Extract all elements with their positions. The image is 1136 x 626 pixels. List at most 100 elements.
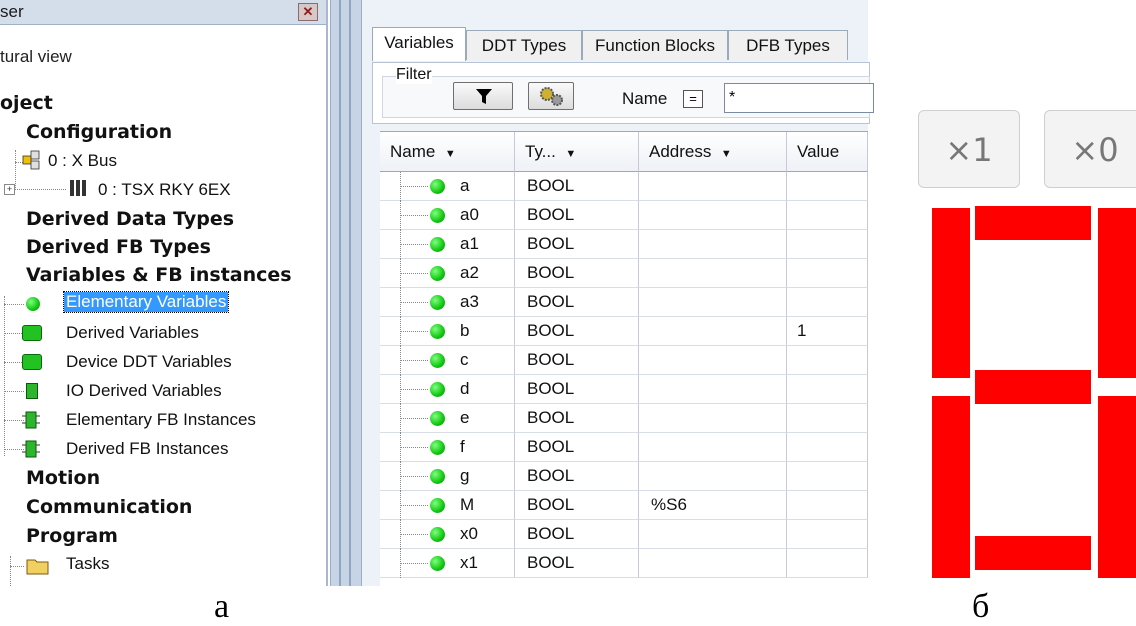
column-header-name[interactable]: Name ▼ xyxy=(380,132,515,172)
cell-name[interactable]: x0 xyxy=(380,520,515,549)
cell-value[interactable] xyxy=(787,375,868,404)
column-header-value[interactable]: Value xyxy=(787,132,868,172)
cell-address[interactable] xyxy=(639,172,787,201)
cell-type[interactable]: BOOL xyxy=(515,259,639,288)
cell-address[interactable] xyxy=(639,520,787,549)
close-button[interactable]: ✕ xyxy=(298,3,318,21)
table-row[interactable]: a3 BOOL xyxy=(380,288,868,317)
tree-item-rack[interactable]: 0 : TSX RKY 6EX xyxy=(98,180,231,200)
cell-type[interactable]: BOOL xyxy=(515,404,639,433)
cell-name[interactable]: a3 xyxy=(380,288,515,317)
cell-value[interactable] xyxy=(787,462,868,491)
cell-address[interactable] xyxy=(639,549,787,578)
cell-type[interactable]: BOOL xyxy=(515,433,639,462)
table-row[interactable]: M BOOL %S6 xyxy=(380,491,868,520)
cell-value[interactable] xyxy=(787,549,868,578)
cell-address[interactable] xyxy=(639,201,787,230)
tab-ddt-types[interactable]: DDT Types xyxy=(466,30,582,60)
table-row[interactable]: e BOOL xyxy=(380,404,868,433)
cell-address[interactable] xyxy=(639,462,787,491)
cell-address[interactable] xyxy=(639,346,787,375)
cell-address[interactable] xyxy=(639,317,787,346)
table-row[interactable]: b BOOL 1 xyxy=(380,317,868,346)
tree-item-x-bus[interactable]: 0 : X Bus xyxy=(48,151,117,171)
cell-value[interactable] xyxy=(787,172,868,201)
cell-value[interactable] xyxy=(787,433,868,462)
tree-derived-fb-types[interactable]: Derived FB Types xyxy=(26,236,211,258)
tab-function-blocks[interactable]: Function Blocks xyxy=(582,30,728,60)
tree-project-root[interactable]: oject xyxy=(0,92,53,114)
table-row[interactable]: a BOOL xyxy=(380,172,868,201)
tree-motion[interactable]: Motion xyxy=(26,467,100,489)
cell-address[interactable] xyxy=(639,404,787,433)
cell-value[interactable] xyxy=(787,259,868,288)
tree-item-elementary-variables[interactable]: Elementary Variables xyxy=(62,291,230,313)
tree-item-device-ddt-variables[interactable]: Device DDT Variables xyxy=(66,352,232,372)
cell-name[interactable]: a xyxy=(380,172,515,201)
cell-type[interactable]: BOOL xyxy=(515,317,639,346)
panel-splitter[interactable] xyxy=(330,0,362,586)
tree-item-tasks[interactable]: Tasks xyxy=(66,554,109,574)
cell-value[interactable] xyxy=(787,404,868,433)
column-header-address[interactable]: Address ▼ xyxy=(639,132,787,172)
input-x1-button[interactable]: ×1 xyxy=(918,110,1020,188)
cell-name[interactable]: M xyxy=(380,491,515,520)
cell-type[interactable]: BOOL xyxy=(515,462,639,491)
cell-name[interactable]: f xyxy=(380,433,515,462)
cell-address[interactable] xyxy=(639,375,787,404)
tree-program[interactable]: Program xyxy=(26,525,118,547)
tree-variables-fb-instances[interactable]: Variables & FB instances xyxy=(26,264,292,286)
table-row[interactable]: a0 BOOL xyxy=(380,201,868,230)
cell-value[interactable] xyxy=(787,491,868,520)
cell-value[interactable] xyxy=(787,346,868,375)
cell-value[interactable] xyxy=(787,288,868,317)
table-row[interactable]: a1 BOOL xyxy=(380,230,868,259)
cell-name[interactable]: c xyxy=(380,346,515,375)
name-filter-input[interactable] xyxy=(724,83,874,113)
cell-type[interactable]: BOOL xyxy=(515,491,639,520)
cell-type[interactable]: BOOL xyxy=(515,549,639,578)
equals-toggle[interactable]: = xyxy=(683,90,703,108)
cell-address[interactable] xyxy=(639,288,787,317)
tree-derived-data-types[interactable]: Derived Data Types xyxy=(26,208,234,230)
tab-variables[interactable]: Variables xyxy=(372,27,466,61)
table-row[interactable]: d BOOL xyxy=(380,375,868,404)
table-row[interactable]: g BOOL xyxy=(380,462,868,491)
tree-configuration[interactable]: Configuration xyxy=(26,121,172,143)
cell-type[interactable]: BOOL xyxy=(515,201,639,230)
cell-name[interactable]: x1 xyxy=(380,549,515,578)
cell-name[interactable]: b xyxy=(380,317,515,346)
cell-name[interactable]: a0 xyxy=(380,201,515,230)
cell-name[interactable]: d xyxy=(380,375,515,404)
table-row[interactable]: a2 BOOL xyxy=(380,259,868,288)
tree-communication[interactable]: Communication xyxy=(26,496,192,518)
tree-item-derived-variables[interactable]: Derived Variables xyxy=(66,323,199,343)
tree-item-derived-fb-instances[interactable]: Derived FB Instances xyxy=(66,439,229,459)
table-row[interactable]: x0 BOOL xyxy=(380,520,868,549)
cell-type[interactable]: BOOL xyxy=(515,172,639,201)
cell-name[interactable]: g xyxy=(380,462,515,491)
cell-value[interactable] xyxy=(787,230,868,259)
cell-type[interactable]: BOOL xyxy=(515,346,639,375)
cell-type[interactable]: BOOL xyxy=(515,520,639,549)
cell-value[interactable] xyxy=(787,201,868,230)
cell-type[interactable]: BOOL xyxy=(515,288,639,317)
tab-dfb-types[interactable]: DFB Types xyxy=(728,30,848,60)
cell-address[interactable] xyxy=(639,230,787,259)
cell-name[interactable]: a1 xyxy=(380,230,515,259)
tree-item-elementary-fb-instances[interactable]: Elementary FB Instances xyxy=(66,410,256,430)
cell-value[interactable] xyxy=(787,520,868,549)
table-row[interactable]: x1 BOOL xyxy=(380,549,868,578)
tree-item-io-derived-variables[interactable]: IO Derived Variables xyxy=(66,381,222,401)
cell-name[interactable]: a2 xyxy=(380,259,515,288)
cell-address[interactable] xyxy=(639,433,787,462)
filter-settings-button[interactable] xyxy=(528,82,574,110)
column-header-type[interactable]: Ty... ▼ xyxy=(515,132,639,172)
table-row[interactable]: c BOOL xyxy=(380,346,868,375)
cell-type[interactable]: BOOL xyxy=(515,230,639,259)
cell-address[interactable]: %S6 xyxy=(639,491,787,520)
structural-view-label[interactable]: tural view xyxy=(0,47,72,67)
cell-address[interactable] xyxy=(639,259,787,288)
filter-funnel-button[interactable] xyxy=(453,82,513,110)
input-x0-button[interactable]: ×0 xyxy=(1044,110,1136,188)
